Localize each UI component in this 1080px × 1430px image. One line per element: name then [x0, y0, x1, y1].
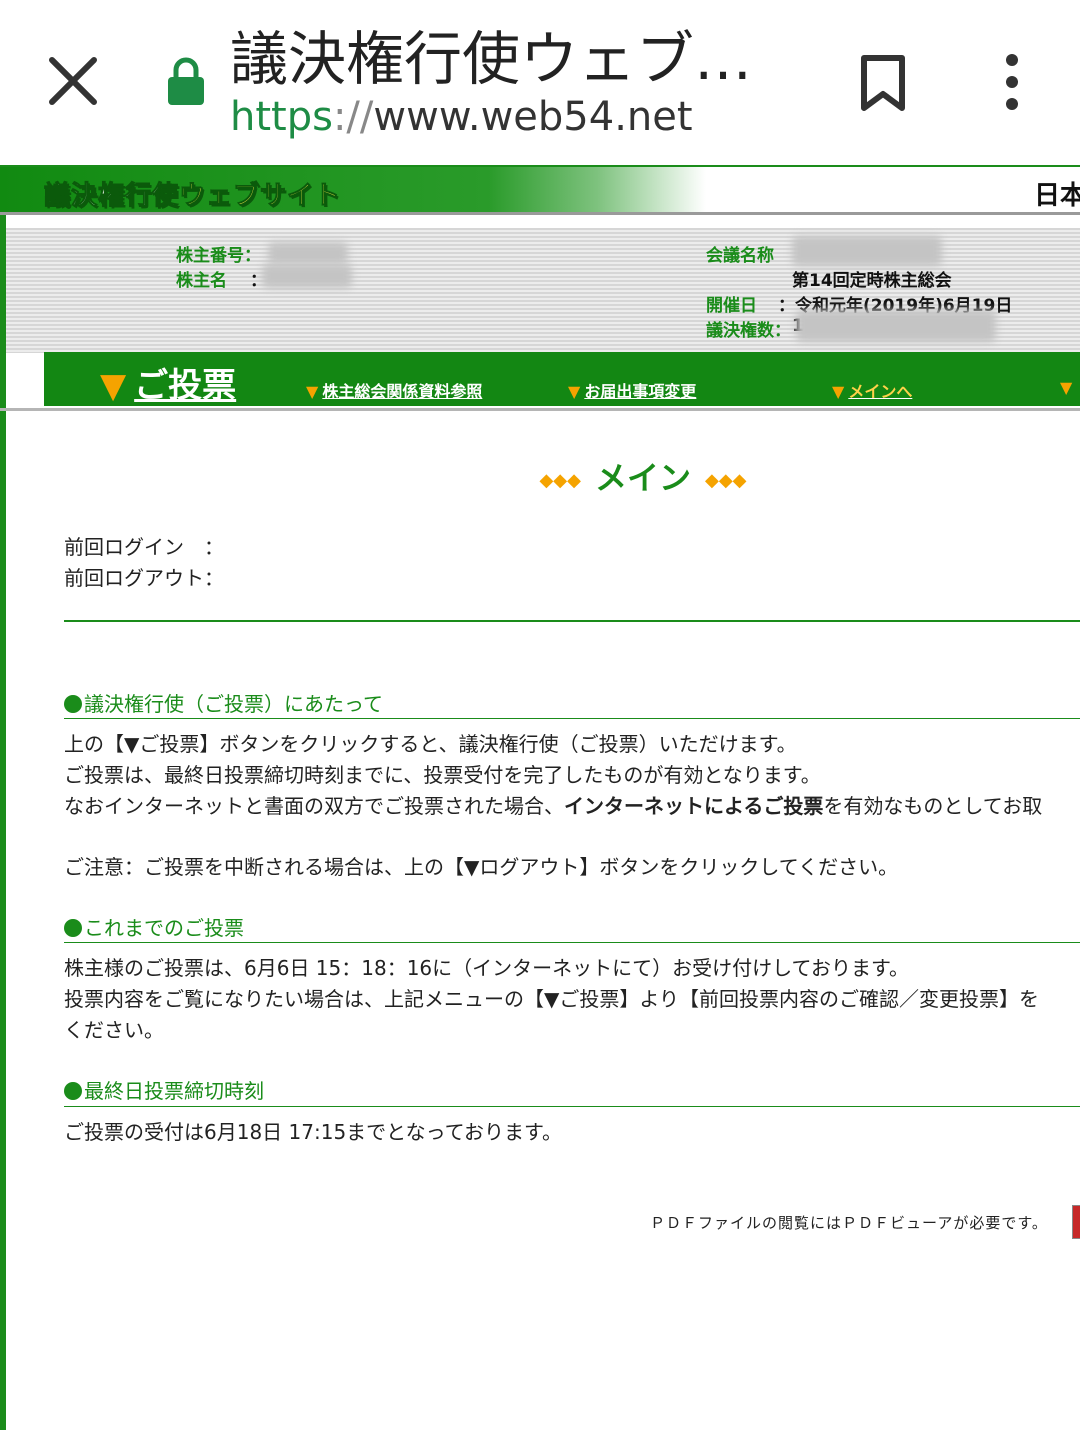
- section-voting-line2: ご投票は、最終日投票締切時刻までに、投票受付を完了したものが有効となります。: [64, 763, 821, 787]
- site-logo: 議決権行使ウェブサイト: [43, 175, 342, 212]
- main-nav: ▼ ご投票 ▼ 株主総会関係資料参照 ▼ お届出事項変更 ▼ メインへ ▼: [44, 352, 1080, 406]
- close-icon[interactable]: [44, 52, 102, 110]
- section-deadline-title: 最終日投票締切時刻: [64, 1075, 264, 1104]
- nav-materials-link[interactable]: ▼ 株主総会関係資料参照: [306, 378, 482, 402]
- browser-toolbar: 議決権行使ウェブサ… https://www.web54.net: [0, 0, 1080, 165]
- nav-vote-label: ご投票: [134, 366, 237, 406]
- section-history-title: これまでのご投票: [64, 912, 244, 941]
- votes-label: 議決権数：: [706, 321, 791, 341]
- section-voting-line1: 上の【▼ご投票】ボタンをクリックすると、議決権行使（ご投票）いただけます。: [64, 732, 797, 756]
- pdf-note: ＰＤＦファイルの閲覧にはＰＤＦビューアが必要です。: [650, 1214, 1048, 1232]
- triangle-down-icon: ▼: [100, 366, 127, 406]
- lock-icon: [168, 57, 204, 105]
- section-divider: [64, 1106, 1080, 1107]
- section-history-line2: 投票内容をご覧になりたい場合は、上記メニューの【▼ご投票】より【前回投票内容のご…: [64, 987, 1039, 1011]
- language-label[interactable]: 日本: [1034, 175, 1080, 212]
- section-voting-notice: ご注意：ご投票を中断される場合は、上の【▼ログアウト】ボタンをクリックしてくださ…: [64, 855, 899, 879]
- meeting-name-label: 会議名称: [706, 246, 774, 266]
- bookmark-icon[interactable]: [858, 54, 908, 112]
- triangle-down-icon: ▼: [832, 382, 845, 401]
- nav-change-link[interactable]: ▼ お届出事項変更: [568, 378, 696, 402]
- divider: [64, 620, 1080, 622]
- date-label: 開催日: [706, 296, 757, 316]
- pdf-reader-icon[interactable]: [1072, 1205, 1080, 1239]
- url-scheme: https: [230, 94, 333, 140]
- nav-main-label: メインへ: [848, 382, 913, 401]
- meeting-name-value: 第14回定時株主総会: [792, 271, 952, 291]
- logo-text-1: 議決権行使: [43, 181, 180, 212]
- section-voting-title-text: 議決権行使（ご投票）にあたって: [84, 692, 383, 716]
- section-deadline-line1: ご投票の受付は6月18日 17:15までとなっております。: [64, 1120, 562, 1144]
- section-history-line3: ください。: [64, 1018, 164, 1042]
- web-page: 議決権行使ウェブサイト 日本 株主番号： 株主名 ： 会議名称 第14回定時株主…: [0, 165, 1080, 1430]
- section-history-line1: 株主様のご投票は、6月6日 15：18：16に（インターネットにて）お受け付けし…: [64, 956, 909, 980]
- nav-main-link[interactable]: ▼ メインへ: [832, 378, 912, 402]
- page-title: 議決権行使ウェブサ…: [230, 25, 790, 93]
- shareholder-name-redacted: [262, 264, 352, 288]
- shareholder-number-redacted: [268, 242, 348, 264]
- url-bar[interactable]: https://www.web54.net: [230, 94, 693, 140]
- bullet-icon: [64, 919, 82, 937]
- site-header: 議決権行使ウェブサイト 日本: [0, 165, 1080, 215]
- triangle-down-icon: ▼: [306, 382, 319, 401]
- url-separator: ://: [332, 94, 374, 140]
- last-login-label: 前回ログイン ：: [64, 535, 224, 559]
- bullet-icon: [64, 1082, 82, 1100]
- nav-divider: [0, 408, 1080, 411]
- shareholder-number-label: 株主番号：: [176, 246, 261, 266]
- nav-more-link[interactable]: ▼: [1060, 378, 1076, 397]
- url-host: www.web54.net: [373, 94, 693, 140]
- meeting-name-redacted: [792, 236, 942, 266]
- section-voting-line3: なおインターネットと書面の双方でご投票された場合、インターネットによるご投票を有…: [64, 790, 1042, 819]
- more-vert-icon[interactable]: [996, 52, 1028, 112]
- bullet-icon: [64, 695, 82, 713]
- votes-redacted: [796, 310, 996, 342]
- triangle-down-icon: ▼: [568, 382, 581, 401]
- diamonds-left: ◆◆◆: [539, 469, 581, 491]
- nav-materials-label: 株主総会関係資料参照: [322, 382, 483, 401]
- nav-vote-button[interactable]: ▼ ご投票: [100, 358, 236, 407]
- line3-pre: なおインターネットと書面の双方でご投票された場合、: [64, 794, 564, 818]
- shareholder-name-label: 株主名: [176, 271, 227, 291]
- logo-text-2: ウェブサイト: [179, 181, 342, 212]
- section-voting-title: 議決権行使（ご投票）にあたって: [64, 688, 383, 717]
- last-logout-label: 前回ログアウト：: [64, 566, 224, 590]
- triangle-down-icon: ▼: [1060, 378, 1073, 397]
- section-divider: [64, 718, 1080, 719]
- main-heading-text: メイン: [594, 459, 691, 497]
- nav-change-label: お届出事項変更: [584, 382, 697, 401]
- section-history-title-text: これまでのご投票: [84, 916, 244, 940]
- diamonds-right: ◆◆◆: [705, 469, 747, 491]
- section-deadline-title-text: 最終日投票締切時刻: [84, 1079, 264, 1103]
- section-divider: [64, 942, 1080, 943]
- main-heading: ◆◆◆ メイン ◆◆◆: [6, 453, 1080, 499]
- line3-post: を有効なものとしてお取: [823, 794, 1043, 818]
- line3-bold: インターネットによるご投票: [564, 794, 824, 818]
- shareholder-info: 株主番号： 株主名 ： 会議名称 第14回定時株主総会 開催日 ：令和元年(20…: [6, 228, 1080, 353]
